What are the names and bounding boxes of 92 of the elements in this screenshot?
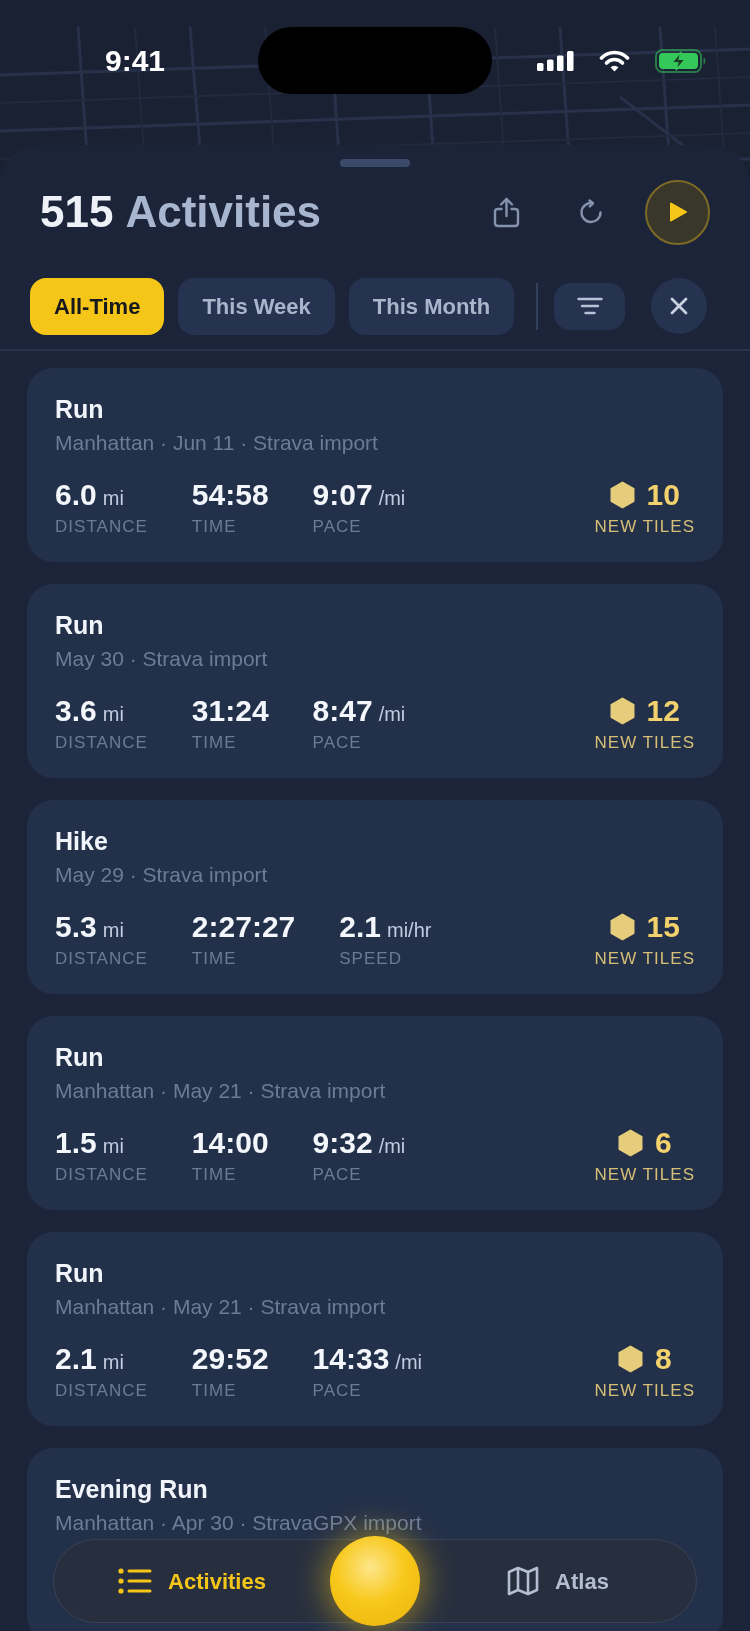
- stat-label: NEW TILES: [594, 1380, 695, 1402]
- stat-label: PACE: [312, 1164, 363, 1186]
- activity-card[interactable]: Run Manhattan · Jun 11 · Strava import 6.0 mi DISTANCE 54:58 TIME 9:07 /mi PACE 10 NEW TILES: [27, 368, 723, 562]
- activity-title: Run: [55, 1258, 105, 1288]
- stat-unit: mi: [102, 702, 124, 727]
- stat-label: DISTANCE: [55, 948, 148, 970]
- stat-label: TIME: [191, 1164, 238, 1186]
- stat-unit: mi: [102, 918, 124, 943]
- stat-label: DISTANCE: [55, 1380, 148, 1402]
- stat-value: 1.5: [55, 1126, 97, 1160]
- hexagon-icon: [617, 1345, 643, 1373]
- stat-label: TIME: [191, 732, 238, 754]
- stat-label: DISTANCE: [55, 732, 148, 754]
- new-tiles-count: 6: [654, 1126, 672, 1160]
- stat-unit: /mi: [378, 1134, 406, 1159]
- stat-label: TIME: [191, 1380, 238, 1402]
- stat-value: 3.6: [55, 694, 97, 728]
- activity-title: Evening Run: [55, 1474, 209, 1504]
- stat-value: 31:24: [191, 694, 269, 728]
- stat-label: NEW TILES: [594, 1164, 695, 1186]
- tab-bar-item[interactable]: Atlas: [507, 1564, 609, 1598]
- filter-tab[interactable]: All-Time: [30, 277, 165, 335]
- hexagon-icon: [609, 481, 635, 509]
- drag-handle[interactable]: [340, 159, 410, 167]
- activity-details: May 30 · Strava import: [55, 646, 269, 672]
- stat-value: 2.1: [55, 1342, 97, 1376]
- new-tiles-count: 10: [646, 478, 680, 512]
- activity-details: Manhattan · Apr 30 · StravaGPX import: [55, 1510, 423, 1536]
- hexagon-icon: [609, 697, 635, 725]
- activity-card[interactable]: Hike May 29 · Strava import 5.3 mi DISTANCE 2:27:27 TIME 2.1 mi/hr SPEED 15 NEW TILES: [27, 800, 723, 994]
- filter-icon: [576, 297, 603, 315]
- activity-title: Hike: [55, 826, 109, 856]
- stat-value: 5.3: [55, 910, 97, 944]
- tab-bar-item[interactable]: Activities: [118, 1564, 266, 1598]
- stat-value: 9:07: [312, 478, 373, 512]
- page-title: Activities: [125, 186, 322, 238]
- stat-value: 8:47: [312, 694, 373, 728]
- close-icon: [670, 297, 689, 315]
- filter-button[interactable]: [554, 282, 626, 330]
- activity-details: Manhattan · Jun 11 · Strava import: [55, 430, 379, 456]
- activity-details: Manhattan · May 21 · Strava import: [55, 1294, 387, 1320]
- share-icon: [493, 196, 520, 228]
- stat-unit: mi: [102, 1134, 124, 1159]
- activity-title: Run: [55, 394, 105, 424]
- stat-unit: mi: [102, 486, 124, 511]
- stat-label: DISTANCE: [55, 1164, 148, 1186]
- activity-details: Manhattan · May 21 · Strava import: [55, 1078, 387, 1104]
- stat-label: SPEED: [339, 948, 403, 970]
- stat-label: PACE: [312, 516, 363, 538]
- share-button[interactable]: [493, 196, 520, 228]
- stat-value: 2.1: [339, 910, 381, 944]
- activity-details: May 29 · Strava import: [55, 862, 269, 888]
- map-icon: [507, 1566, 540, 1596]
- activity-card[interactable]: Run Manhattan · May 21 · Strava import 1.5 mi DISTANCE 14:00 TIME 9:32 /mi PACE 6 NEW TILES: [27, 1016, 723, 1210]
- stat-label: PACE: [312, 732, 363, 754]
- stat-label: PACE: [312, 1380, 363, 1402]
- activity-count: 515: [40, 186, 114, 238]
- activity-title: Run: [55, 610, 105, 640]
- stat-value: 9:32: [312, 1126, 373, 1160]
- activity-title: Run: [55, 1042, 105, 1072]
- stat-label: TIME: [191, 516, 238, 538]
- wifi-icon: [599, 49, 630, 72]
- hexagon-icon: [617, 1129, 643, 1157]
- signal-icon: [537, 50, 574, 71]
- stat-label: NEW TILES: [594, 948, 695, 970]
- activity-card[interactable]: Run May 30 · Strava import 3.6 mi DISTANCE 31:24 TIME 8:47 /mi PACE 12 NEW TILES: [27, 584, 723, 778]
- filter-tab[interactable]: This Week: [178, 277, 335, 335]
- status-time: 9:41: [105, 45, 166, 76]
- stat-unit: /mi: [395, 1350, 422, 1375]
- stat-label: NEW TILES: [594, 732, 695, 754]
- battery-icon: [655, 48, 707, 73]
- activity-card[interactable]: Run Manhattan · May 21 · Strava import 2.1 mi DISTANCE 29:52 TIME 14:33 /mi PACE 8 NEW TILES: [27, 1232, 723, 1426]
- list-icon: [118, 1568, 153, 1594]
- stat-value: 6.0: [55, 478, 97, 512]
- new-tiles-count: 12: [646, 694, 680, 728]
- stat-value: 2:27:27: [191, 910, 296, 944]
- new-tiles-count: 15: [646, 910, 680, 944]
- hexagon-icon: [609, 913, 635, 941]
- play-icon: [668, 202, 687, 222]
- new-tiles-count: 8: [654, 1342, 672, 1376]
- stat-label: TIME: [191, 948, 238, 970]
- stat-value: 29:52: [191, 1342, 269, 1376]
- stat-label: NEW TILES: [594, 516, 695, 538]
- stat-unit: mi/hr: [387, 918, 432, 943]
- stat-value: 54:58: [191, 478, 269, 512]
- filter-tab[interactable]: This Month: [348, 277, 515, 335]
- stat-value: 14:00: [191, 1126, 269, 1160]
- stat-unit: /mi: [378, 702, 406, 727]
- stat-unit: /mi: [378, 486, 406, 511]
- stat-unit: mi: [102, 1350, 124, 1375]
- stat-label: DISTANCE: [55, 516, 148, 538]
- stat-value: 14:33: [312, 1342, 390, 1376]
